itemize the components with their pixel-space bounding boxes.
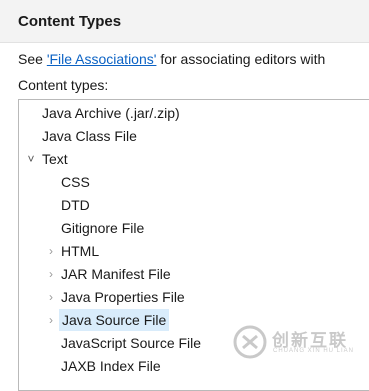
tree-item[interactable]: CSS — [19, 171, 369, 193]
header: Content Types — [0, 0, 369, 43]
content-types-label: Content types: — [18, 77, 109, 93]
chevron-down-icon[interactable]: ˅ — [25, 148, 37, 170]
intro-text: See 'File Associations' for associating … — [18, 51, 325, 67]
watermark: 创新互联 CHUANG XIN HU LIAN — [232, 322, 368, 362]
tree-item[interactable]: ˅ Text — [19, 148, 369, 170]
tree-item-label: Java Source File — [59, 309, 170, 331]
intro-suffix: for associating editors with — [156, 51, 326, 67]
tree-item-label: Text — [42, 151, 68, 167]
tree-item[interactable]: › HTML — [19, 240, 369, 262]
intro-prefix: See — [18, 51, 47, 67]
tree-item[interactable]: › Java Properties File — [19, 286, 369, 308]
chevron-right-icon[interactable]: › — [45, 263, 57, 285]
file-associations-link[interactable]: 'File Associations' — [47, 51, 157, 67]
chevron-right-icon[interactable]: › — [45, 240, 57, 262]
tree-item[interactable]: Java Class File — [19, 125, 369, 147]
tree-item[interactable]: Java Archive (.jar/.zip) — [19, 102, 369, 124]
tree-item-label: Java Properties File — [61, 289, 185, 305]
page-title: Content Types — [18, 13, 122, 30]
tree-item-label: HTML — [61, 243, 100, 259]
chevron-right-icon[interactable]: › — [45, 309, 57, 331]
tree-item-label: Java Archive (.jar/.zip) — [42, 105, 180, 121]
chevron-right-icon[interactable]: › — [45, 286, 57, 308]
tree-item-label: JAR Manifest File — [61, 266, 171, 282]
tree-item-label: CSS — [61, 174, 90, 190]
logo-icon — [233, 325, 267, 359]
tree-item-label: DTD — [61, 197, 90, 213]
watermark-subtext: CHUANG XIN HU LIAN — [273, 348, 355, 354]
tree-item-label: Java Class File — [42, 128, 137, 144]
tree-item[interactable]: DTD — [19, 194, 369, 216]
tree-item[interactable]: › JAR Manifest File — [19, 263, 369, 285]
tree-item[interactable]: Gitignore File — [19, 217, 369, 239]
tree-item-label: JavaScript Source File — [61, 335, 202, 351]
tree-item-label: Gitignore File — [61, 220, 145, 236]
